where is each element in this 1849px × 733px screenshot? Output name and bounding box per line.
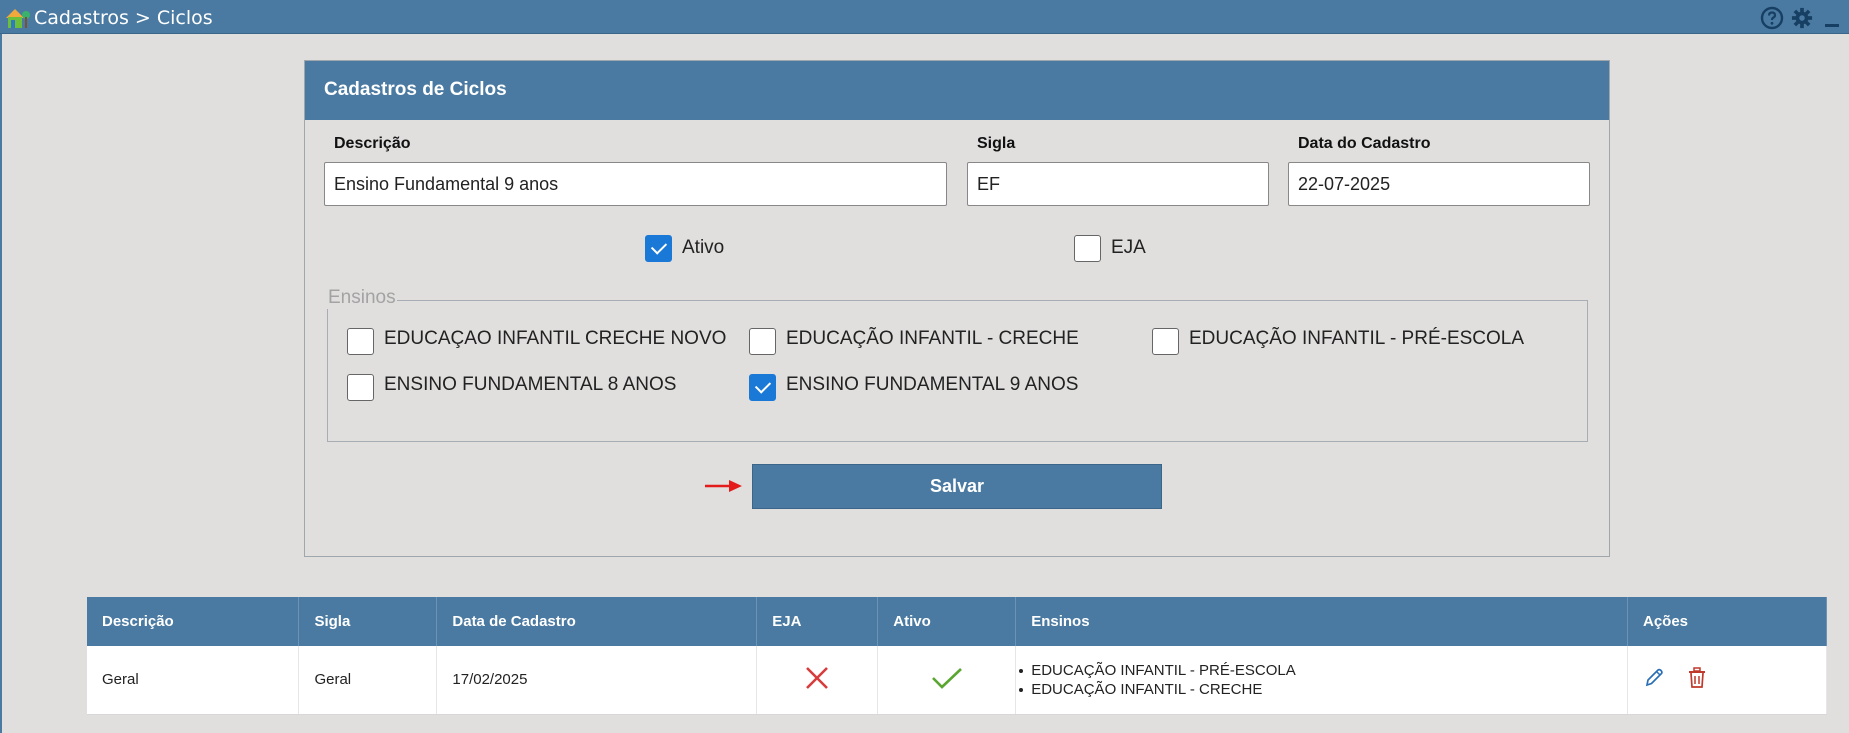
ensino-label: EDUCAÇAO INFANTIL CRECHE NOVO [384,328,727,349]
table-row: Geral Geral 17/02/2025 EDUCAÇÃO INFANTIL… [87,646,1827,715]
ativo-checkbox[interactable] [645,235,672,262]
sigla-input[interactable]: EF [967,162,1269,206]
data-cadastro-input[interactable]: 22-07-2025 [1288,162,1590,206]
list-item: EDUCAÇÃO INFANTIL - PRÉ-ESCOLA [1019,661,1627,680]
cell-ensinos: EDUCAÇÃO INFANTIL - PRÉ-ESCOLA EDUCAÇÃO … [1015,646,1628,715]
ensino-label: ENSINO FUNDAMENTAL 8 ANOS [384,374,677,395]
cross-icon [804,666,830,695]
list-item: EDUCAÇÃO INFANTIL - CRECHE [1019,680,1627,699]
help-icon[interactable] [1759,6,1785,30]
col-sigla[interactable]: Sigla [298,597,438,646]
check-icon [931,667,963,694]
col-data-cadastro[interactable]: Data de Cadastro [436,597,758,646]
edit-icon[interactable] [1643,667,1665,689]
ensino-checkbox[interactable] [347,374,374,401]
col-descricao[interactable]: Descrição [87,597,300,646]
cell-ativo [877,646,1017,715]
cell-sigla: Geral [298,646,438,715]
minimize-icon[interactable] [1819,6,1845,30]
ensino-checkbox[interactable] [749,328,776,355]
left-border [0,34,2,733]
table-header-row: Descrição Sigla Data de Cadastro EJA Ati… [87,597,1827,646]
ciclos-table: Descrição Sigla Data de Cadastro EJA Ati… [87,597,1827,715]
col-eja[interactable]: EJA [756,597,879,646]
red-arrow-icon [705,478,745,498]
cadastro-panel: Cadastros de Ciclos Descrição Ensino Fun… [304,60,1610,557]
col-ativo[interactable]: Ativo [877,597,1017,646]
col-ensinos[interactable]: Ensinos [1015,597,1628,646]
ensino-checkbox[interactable] [347,328,374,355]
ensinos-list: EDUCAÇÃO INFANTIL - PRÉ-ESCOLA EDUCAÇÃO … [1019,661,1627,699]
ensino-label: EDUCAÇÃO INFANTIL - PRÉ-ESCOLA [1189,328,1525,349]
sigla-label: Sigla [977,135,1016,152]
eja-checkbox[interactable] [1074,235,1101,262]
descricao-label: Descrição [334,135,411,152]
descricao-input[interactable]: Ensino Fundamental 9 anos [324,162,947,206]
cell-eja [756,646,879,715]
cell-descricao: Geral [87,646,300,715]
ensinos-legend: Ensinos [327,287,397,309]
top-bar: Cadastros > Ciclos [0,0,1849,34]
eja-label: EJA [1111,237,1146,258]
trash-icon[interactable] [1687,667,1707,689]
panel-title: Cadastros de Ciclos [305,61,1609,120]
ensino-checkbox[interactable] [749,374,776,401]
ativo-label: Ativo [682,237,725,258]
save-button[interactable]: Salvar [752,464,1162,509]
cell-acoes [1627,646,1827,715]
ensino-label: EDUCAÇÃO INFANTIL - CRECHE [786,328,1079,349]
app-logo-icon [4,5,30,29]
ensino-checkbox[interactable] [1152,328,1179,355]
data-cadastro-label: Data do Cadastro [1298,135,1431,152]
gear-icon[interactable] [1789,6,1815,30]
ensino-label: ENSINO FUNDAMENTAL 9 ANOS [786,374,1079,395]
cell-data: 17/02/2025 [436,646,758,715]
col-acoes: Ações [1627,597,1827,646]
ensinos-fieldset [327,300,1588,442]
breadcrumb: Cadastros > Ciclos [34,7,213,29]
